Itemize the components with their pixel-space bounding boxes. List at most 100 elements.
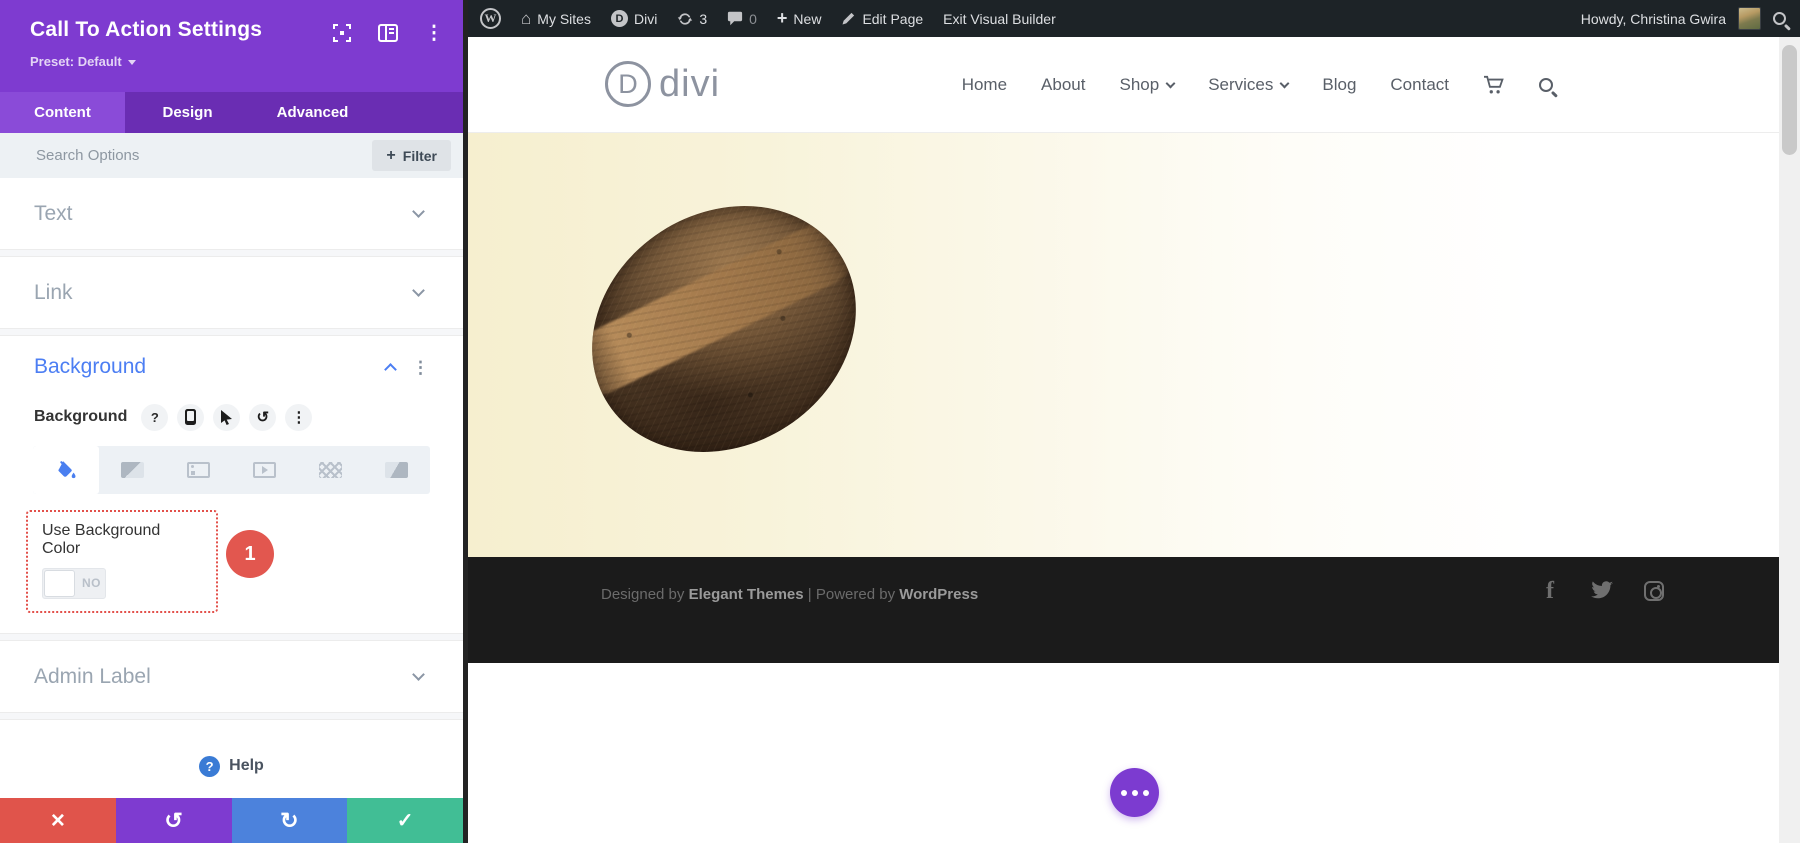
filter-button[interactable]: + Filter [372,140,451,171]
updates-icon [678,12,693,25]
page-scrollbar[interactable] [1779,37,1800,843]
background-options-kebab-icon[interactable]: ⋮ [412,359,429,376]
help-question-circle-icon[interactable]: ? [199,755,221,777]
filter-button-label: Filter [402,147,437,164]
hover-cursor-icon[interactable] [213,403,241,431]
bg-gradient-tab[interactable] [99,446,165,494]
accordion-admin-label[interactable]: Admin Label [0,641,463,712]
undo-icon: ↺ [164,807,183,833]
tab-content[interactable]: Content [0,92,125,133]
chevron-down-icon [412,205,425,218]
discard-button[interactable]: × [0,798,116,843]
exit-visual-builder-menu[interactable]: Exit Visual Builder [943,11,1056,27]
site-logo[interactable]: D divi [605,61,720,107]
chevron-up-icon [384,363,397,376]
logo-text: divi [659,62,721,105]
bg-mask-tab[interactable] [364,446,430,494]
nav-home[interactable]: Home [962,75,1007,95]
use-background-color-wrap: Use Background Color NO 1 [26,510,274,613]
preset-caret-icon [127,60,136,65]
wp-logo-menu[interactable]: W [480,8,501,29]
preset-label: Preset: Default [30,54,122,69]
responsive-phone-icon[interactable] [177,403,205,431]
nav-services[interactable]: Services [1208,75,1290,95]
user-avatar[interactable] [1738,7,1761,30]
site-search-icon[interactable] [1539,78,1553,92]
help-question-icon[interactable]: ? [141,403,169,431]
panel-title: Call To Action Settings [30,18,263,41]
undo-button[interactable]: ↺ [115,798,232,843]
preset-selector[interactable]: Preset: Default [30,54,136,69]
field-kebab-icon[interactable]: ⋮ [285,403,313,431]
toggle-knob [44,570,75,597]
toggle-value: NO [82,576,101,590]
help-link[interactable]: Help [229,757,264,775]
accordion-link-title: Link [34,280,73,304]
background-type-tabs [33,446,430,494]
redo-button[interactable]: ↻ [231,798,348,843]
comments-menu[interactable]: 0 [727,11,757,27]
page-settings-dots-button[interactable] [1110,768,1159,817]
nav-about[interactable]: About [1041,75,1085,95]
wordpress-link[interactable]: WordPress [899,586,978,603]
admin-search-icon[interactable] [1773,12,1786,25]
tab-design[interactable]: Design [125,92,250,133]
tab-advanced[interactable]: Advanced [250,92,375,133]
nav-blog[interactable]: Blog [1322,75,1356,95]
divi-site-menu[interactable]: D Divi [610,10,658,27]
scrollbar-thumb[interactable] [1782,45,1797,155]
bg-color-tab[interactable] [33,446,100,494]
reset-undo-icon[interactable]: ↺ [249,403,277,431]
site-footer: Designed by Elegant Themes | Powered by … [468,557,1800,663]
bg-pattern-tab[interactable] [298,446,364,494]
plus-icon: + [386,146,396,164]
background-field-label: Background [34,408,128,425]
hero-section [468,133,1800,557]
use-background-color-toggle[interactable]: NO [42,568,106,599]
chevron-down-icon [1165,78,1176,88]
accordion-link[interactable]: Link [0,257,463,328]
updates-menu[interactable]: 3 [677,11,707,27]
new-content-menu[interactable]: + New [777,8,822,29]
comments-count: 0 [749,10,757,27]
cart-icon[interactable] [1483,75,1505,95]
background-section-title: Background [34,355,147,378]
section-gap [0,633,463,641]
pattern-icon [319,462,343,478]
elegant-themes-link[interactable]: Elegant Themes [689,586,804,603]
exit-visual-builder-label: Exit Visual Builder [943,10,1056,27]
edit-page-menu[interactable]: Edit Page [841,11,923,27]
bg-image-tab[interactable] [165,446,231,494]
accordion-text[interactable]: Text [0,178,463,249]
search-options-row: + Filter [0,133,463,178]
accordion-background[interactable]: Background ⋮ [0,336,463,398]
plus-icon: + [776,8,788,28]
comments-icon [728,11,743,26]
panel-action-bar: × ↺ ↻ ✓ [0,798,463,843]
nav-shop[interactable]: Shop [1119,75,1176,95]
save-button[interactable]: ✓ [347,798,463,843]
close-icon: × [50,806,65,834]
wordpress-logo-icon: W [480,8,501,29]
snap-preview-icon[interactable] [331,22,353,44]
facebook-icon[interactable]: f [1538,578,1562,604]
panel-options-kebab-icon[interactable]: ⋮ [423,22,445,44]
settings-panel: Call To Action Settings Preset: Default … [0,0,463,843]
my-sites-label: My Sites [537,10,591,27]
account-menu[interactable]: Howdy, Christina Gwira [1581,11,1726,27]
bg-video-tab[interactable] [232,446,298,494]
chevron-down-icon [412,284,425,297]
instagram-icon[interactable] [1642,579,1666,603]
panel-tabs: Content Design Advanced [0,92,463,133]
site-icon: D [610,10,628,27]
twitter-icon[interactable] [1590,579,1614,603]
edit-page-label: Edit Page [862,10,924,27]
my-sites-menu[interactable]: ⌂ My Sites [521,10,591,27]
nav-contact[interactable]: Contact [1390,75,1449,95]
redo-icon: ↻ [280,807,299,833]
search-options-input[interactable] [36,147,373,164]
page-preview: W ⌂ My Sites D Divi 3 0 + New Edit Page … [468,0,1800,843]
site-name-label: Divi [633,10,658,27]
mask-icon [385,462,409,478]
panel-layout-icon[interactable] [377,22,399,44]
